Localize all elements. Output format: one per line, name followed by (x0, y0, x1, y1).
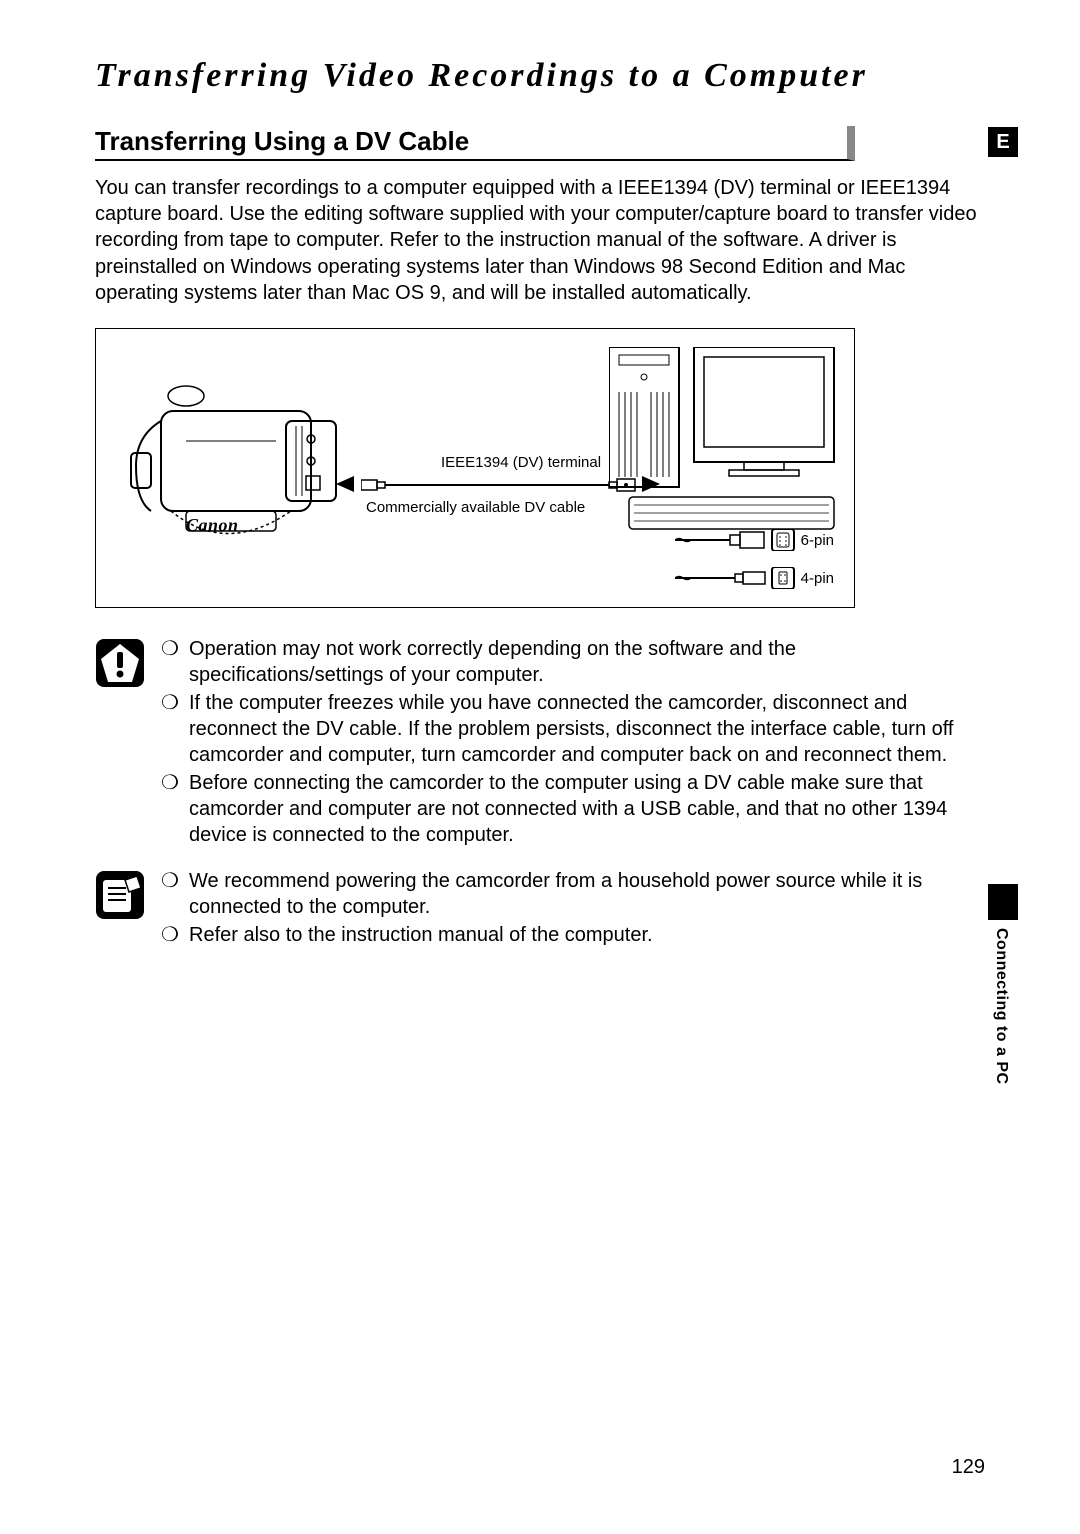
page-number: 129 (952, 1456, 985, 1479)
connector-4pin: 4-pin (675, 567, 834, 589)
caution-item-text: If the computer freezes while you have c… (189, 690, 985, 768)
pin6-label: 6-pin (801, 532, 834, 549)
info-item-text: Refer also to the instruction manual of … (189, 922, 653, 948)
connection-diagram: Canon IEEE1394 (DV) terminal Commerciall… (95, 328, 855, 608)
pin4-label: 4-pin (801, 570, 834, 587)
caution-block: ❍Operation may not work correctly depend… (95, 636, 985, 850)
bullet-icon: ❍ (161, 922, 179, 948)
side-section-label: Connecting to a PC (992, 928, 1010, 1085)
arrow-left-icon (336, 474, 360, 494)
bullet-icon: ❍ (161, 690, 179, 768)
bullet-icon: ❍ (161, 636, 179, 688)
section-heading: Transferring Using a DV Cable (95, 126, 855, 161)
page-title: Transferring Video Recordings to a Compu… (95, 55, 985, 98)
info-list: ❍We recommend powering the camcorder fro… (161, 868, 985, 950)
info-block: ❍We recommend powering the camcorder fro… (95, 868, 985, 950)
brand-label: Canon (186, 515, 239, 536)
warning-icon (95, 636, 145, 693)
caution-item-text: Operation may not work correctly dependi… (189, 636, 985, 688)
bullet-icon: ❍ (161, 770, 179, 848)
side-tab: E (988, 127, 1018, 157)
caution-list: ❍Operation may not work correctly depend… (161, 636, 985, 850)
connector-6pin: 6-pin (675, 529, 834, 551)
terminal-label: IEEE1394 (DV) terminal (441, 454, 601, 471)
info-item-text: We recommend powering the camcorder from… (189, 868, 985, 920)
note-icon (95, 868, 145, 925)
dv-cable-line (361, 477, 636, 493)
intro-paragraph: You can transfer recordings to a compute… (95, 175, 985, 307)
side-accent (988, 884, 1018, 920)
caution-item-text: Before connecting the camcorder to the c… (189, 770, 985, 848)
bullet-icon: ❍ (161, 868, 179, 920)
cable-label: Commercially available DV cable (366, 499, 585, 516)
computer-illustration (609, 347, 839, 532)
